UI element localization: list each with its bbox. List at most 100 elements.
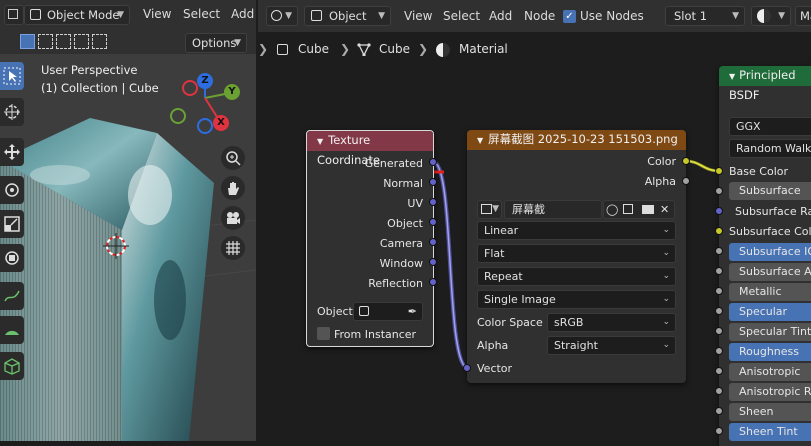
measure-tool[interactable]	[0, 316, 24, 344]
socket-subsurface-color-in[interactable]	[715, 227, 723, 235]
socket-alpha-out[interactable]	[682, 177, 690, 185]
socket-subsurface-in[interactable]	[715, 187, 723, 195]
input-subsurface[interactable]: Subsurface	[729, 182, 811, 200]
socket-roughness-in[interactable]	[715, 347, 723, 355]
scale-tool[interactable]	[0, 210, 24, 238]
socket-base-color-in[interactable]	[715, 167, 723, 175]
select-subtract-icon[interactable]	[56, 34, 71, 49]
shader-type-dropdown[interactable]: Object ▼	[304, 6, 391, 26]
select-box-tool[interactable]	[0, 62, 24, 90]
mode-dropdown[interactable]: Object Mode ▼	[24, 5, 130, 25]
material-name-field[interactable]: Mate	[795, 6, 811, 26]
menu-select[interactable]: Select	[443, 9, 480, 23]
material-browse-button[interactable]: ▼	[751, 6, 791, 26]
extension-dropdown[interactable]: Repeat ⌄	[477, 267, 676, 286]
transform-tool[interactable]	[0, 244, 24, 272]
node-header[interactable]: ▼ Texture Coordinate	[307, 131, 433, 167]
cursor-tool[interactable]	[0, 98, 24, 126]
input-specular[interactable]: Specular	[729, 303, 811, 321]
texture-coordinate-node[interactable]: ▼ Texture Coordinate Generated Normal UV …	[306, 130, 434, 347]
projection-dropdown[interactable]: Flat ⌄	[477, 244, 676, 263]
close-icon[interactable]: ✕	[660, 201, 669, 218]
move-tool[interactable]	[0, 138, 24, 166]
breadcrumb-mesh[interactable]: Cube	[379, 42, 410, 56]
menu-view[interactable]: View	[404, 9, 432, 23]
socket-generated[interactable]	[429, 158, 437, 166]
folder-icon[interactable]	[642, 205, 654, 214]
socket-color-out[interactable]	[682, 157, 690, 165]
menu-add[interactable]: Add	[489, 9, 512, 23]
pan-button[interactable]	[221, 176, 245, 200]
use-nodes-checkbox[interactable]: ✓	[563, 10, 576, 23]
alpha-mode-dropdown[interactable]: Straight ⌄	[547, 336, 676, 355]
from-instancer-checkbox[interactable]	[317, 327, 330, 340]
distribution-dropdown[interactable]: GGX	[729, 117, 811, 136]
socket-uv[interactable]	[429, 198, 437, 206]
socket-normal[interactable]	[429, 178, 437, 186]
slot-dropdown[interactable]: Slot 1 ▼	[665, 6, 745, 26]
menu-node[interactable]: Node	[524, 9, 555, 23]
image-texture-node[interactable]: ▼ 屏幕截图 2025-10-23 151503.png Color Alpha …	[467, 130, 686, 383]
rotate-tool[interactable]	[0, 176, 24, 204]
gizmo-y-axis[interactable]: Y	[224, 84, 240, 100]
editor-type-dropdown[interactable]	[4, 5, 24, 25]
select-invert-icon[interactable]	[74, 34, 89, 49]
socket-subsurface-anisotropy-in[interactable]	[715, 267, 723, 275]
collapse-chevron-icon[interactable]: ▼	[729, 72, 735, 81]
fake-user-shield-icon[interactable]: ◯	[606, 201, 618, 218]
options-dropdown[interactable]: Options ▼	[185, 33, 247, 53]
socket-vector-in[interactable]	[463, 364, 471, 372]
interpolation-dropdown[interactable]: Linear ⌄	[477, 221, 676, 240]
select-new-icon[interactable]	[20, 34, 35, 49]
socket-object[interactable]	[429, 218, 437, 226]
socket-subsurface-ior-in[interactable]	[715, 247, 723, 255]
annotate-tool[interactable]	[0, 282, 24, 310]
input-specular-tint[interactable]: Specular Tint	[729, 323, 811, 341]
socket-window[interactable]	[429, 258, 437, 266]
input-subsurface-ior[interactable]: Subsurface IOR	[729, 243, 811, 261]
object-field[interactable]: ✒	[353, 302, 423, 321]
duplicate-icon[interactable]	[623, 204, 633, 214]
socket-reflection[interactable]	[429, 278, 437, 286]
node-header[interactable]: ▼ Principled BSDF	[719, 66, 811, 102]
socket-specular-in[interactable]	[715, 307, 723, 315]
socket-sheen-tint-in[interactable]	[715, 427, 723, 435]
input-subsurface-anisotropy[interactable]: Subsurface An	[729, 263, 811, 281]
3d-viewport[interactable]: Object Mode ▼ View Select Add Options ▼ …	[0, 0, 256, 441]
collapse-chevron-icon[interactable]: ▼	[317, 137, 323, 146]
add-cube-tool[interactable]	[0, 352, 24, 380]
camera-view-button[interactable]	[221, 206, 245, 230]
image-browse-button[interactable]: ▼	[477, 200, 502, 219]
input-anisotropic-rotation[interactable]: Anisotropic Rot	[729, 383, 811, 401]
gizmo-neg-x[interactable]	[182, 80, 198, 96]
menu-view[interactable]: View	[143, 7, 171, 21]
gizmo-neg-z[interactable]	[197, 118, 213, 134]
socket-metallic-in[interactable]	[715, 287, 723, 295]
color-space-dropdown[interactable]: sRGB ⌄	[547, 313, 676, 332]
subsurface-method-dropdown[interactable]: Random Walk	[729, 139, 811, 158]
breadcrumb-object[interactable]: Cube	[298, 42, 329, 56]
gizmo-x-axis[interactable]: X	[213, 115, 229, 131]
ortho-toggle-button[interactable]	[221, 236, 245, 260]
input-roughness[interactable]: Roughness	[729, 343, 811, 361]
gizmo-z-axis[interactable]: Z	[197, 73, 213, 89]
socket-anisotropic-in[interactable]	[715, 367, 723, 375]
input-sheen[interactable]: Sheen	[729, 403, 811, 421]
image-name-field[interactable]: 屏幕截图...503.png	[504, 200, 602, 233]
collapse-chevron-icon[interactable]: ▼	[477, 136, 483, 145]
select-extend-icon[interactable]	[38, 34, 53, 49]
gizmo-neg-y[interactable]	[170, 108, 186, 124]
socket-sheen-in[interactable]	[715, 407, 723, 415]
input-metallic[interactable]: Metallic	[729, 283, 811, 301]
menu-select[interactable]: Select	[183, 7, 220, 21]
socket-anisotropic-rotation-in[interactable]	[715, 387, 723, 395]
input-anisotropic[interactable]: Anisotropic	[729, 363, 811, 381]
zoom-button[interactable]	[221, 146, 245, 170]
input-subsurface-radius[interactable]: Subsurface Radi	[735, 205, 811, 218]
menu-add[interactable]: Add	[231, 7, 254, 21]
socket-subsurface-radius-in[interactable]	[715, 207, 723, 215]
editor-type-dropdown[interactable]: ▼	[266, 6, 298, 26]
source-dropdown[interactable]: Single Image ⌄	[477, 290, 676, 309]
node-header[interactable]: ▼ 屏幕截图 2025-10-23 151503.png	[467, 130, 686, 150]
principled-bsdf-node[interactable]: ▼ Principled BSDF GGX Random Walk Base Co…	[719, 66, 811, 446]
